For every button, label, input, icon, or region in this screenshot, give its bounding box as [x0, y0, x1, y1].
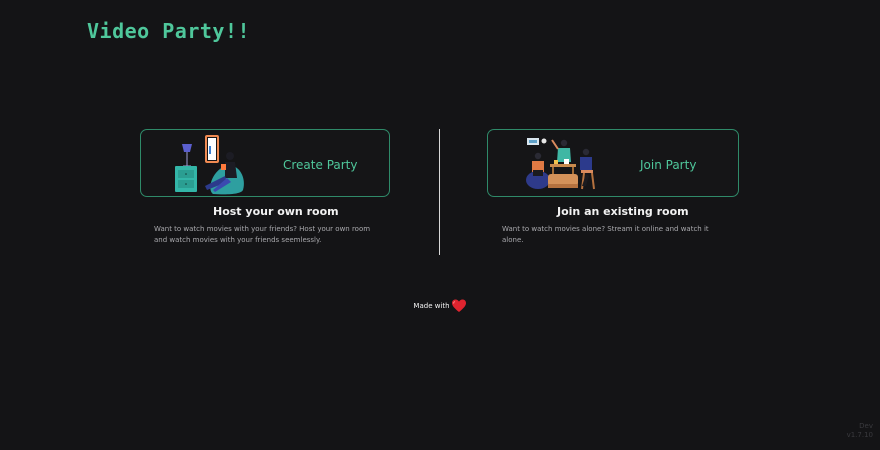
footer: Made with: [0, 298, 880, 314]
app-title: Video Party!!: [87, 19, 251, 43]
version-env: Dev: [859, 422, 873, 430]
join-room-description: Want to watch movies alone? Stream it on…: [502, 225, 709, 244]
version-number: v1.7.10: [846, 431, 873, 439]
person-watching-phone-illustration: [175, 135, 244, 195]
version-label: Dev v1.7.10: [847, 422, 873, 440]
host-room-description: Want to watch movies with your friends? …: [154, 225, 371, 244]
create-party-label: Create Party: [283, 158, 358, 172]
join-party-label: Join Party: [640, 158, 697, 172]
join-party-button[interactable]: Join Party: [487, 129, 739, 197]
vertical-divider: [439, 129, 440, 255]
host-room-heading: Host your own room: [213, 205, 339, 218]
made-with-text: Made with: [413, 302, 450, 310]
join-room-heading: Join an existing room: [557, 205, 689, 218]
friends-group-illustration: [526, 138, 595, 190]
heart-icon: [451, 299, 466, 312]
create-party-button[interactable]: Create Party: [140, 129, 390, 197]
